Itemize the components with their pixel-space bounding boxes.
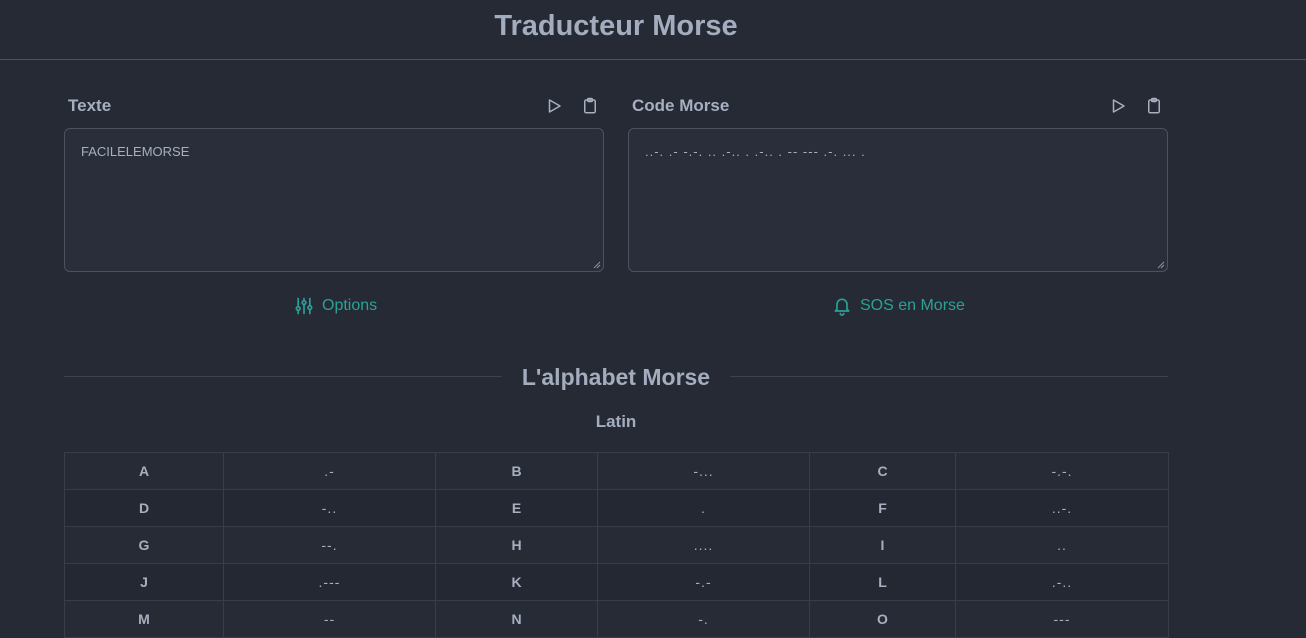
translator-editors: Texte FACILELEMORSE Code Morse ..-. .- -… — [64, 92, 1168, 274]
morse-code-cell: .. — [955, 526, 1169, 564]
resize-grip-icon[interactable] — [1157, 261, 1165, 269]
morse-alphabet-table: A .- B -... C -.-. D -.. E. F ..-. G --. H.... I.. J .--… — [64, 452, 1169, 638]
play-icon[interactable] — [1108, 96, 1128, 116]
sliders-icon — [295, 297, 313, 315]
text-panel: Texte FACILELEMORSE — [64, 92, 604, 272]
morse-input-value: ..-. .- -.-. .. .-.. . .-.. . -- --- .-.… — [645, 144, 866, 159]
divider — [730, 376, 1168, 377]
letter-cell: D — [64, 489, 224, 527]
text-panel-title: Texte — [68, 96, 112, 115]
table-row: G --. H.... I.. — [64, 526, 1169, 564]
alphabet-title: L'alphabet Morse — [521, 364, 711, 390]
alphabet-subtitle: Latin — [595, 412, 637, 431]
table-row: M -- N -. O --- — [64, 600, 1169, 638]
letter-cell: E — [435, 489, 598, 527]
bell-icon — [834, 298, 850, 316]
sos-button[interactable]: SOS en Morse — [832, 296, 965, 316]
text-input[interactable]: FACILELEMORSE — [64, 128, 604, 272]
letter-cell: G — [64, 526, 224, 564]
morse-code-cell: -... — [597, 452, 810, 490]
morse-code-cell: .-.. — [955, 563, 1169, 601]
text-panel-header: Texte — [64, 92, 604, 122]
morse-code-cell: .- — [223, 452, 436, 490]
morse-code-cell: -.-. — [955, 452, 1169, 490]
morse-code-cell: . — [597, 489, 810, 527]
letter-cell: L — [809, 563, 956, 601]
resize-grip-icon[interactable] — [593, 261, 601, 269]
clipboard-icon[interactable] — [580, 96, 600, 116]
letter-cell: M — [64, 600, 224, 638]
alphabet-section-header: L'alphabet Morse — [64, 362, 1168, 392]
morse-code-cell: --- — [955, 600, 1169, 638]
sos-label: SOS en Morse — [860, 297, 965, 314]
clipboard-icon[interactable] — [1144, 96, 1164, 116]
morse-code-cell: -- — [223, 600, 436, 638]
page-title: Traducteur Morse — [494, 10, 738, 42]
options-button[interactable]: Options — [294, 296, 377, 316]
text-panel-actions — [544, 96, 600, 116]
letter-cell: F — [809, 489, 956, 527]
options-label: Options — [322, 297, 378, 314]
morse-code-cell: .--- — [223, 563, 436, 601]
letter-cell: B — [435, 452, 598, 490]
morse-code-cell: --. — [223, 526, 436, 564]
text-input-value: FACILELEMORSE — [81, 144, 190, 159]
letter-cell: A — [64, 452, 224, 490]
morse-panel-title: Code Morse — [632, 96, 730, 115]
morse-panel-header: Code Morse — [628, 92, 1168, 122]
table-row: J .--- K -.- L .-.. — [64, 563, 1169, 601]
letter-cell: C — [809, 452, 956, 490]
morse-code-cell: -.- — [597, 563, 810, 601]
app-header: Traducteur Morse — [0, 0, 1306, 60]
morse-panel-actions — [1108, 96, 1164, 116]
letter-cell: N — [435, 600, 598, 638]
letter-cell: K — [435, 563, 598, 601]
letter-cell: J — [64, 563, 224, 601]
morse-input[interactable]: ..-. .- -.-. .. .-.. . .-.. . -- --- .-.… — [628, 128, 1168, 272]
morse-panel: Code Morse ..-. .- -.-. .. .-.. . .-.. .… — [628, 92, 1168, 272]
table-row: D -.. E. F ..-. — [64, 489, 1169, 527]
table-row: A .- B -... C -.-. — [64, 452, 1169, 490]
morse-code-cell: ..-. — [955, 489, 1169, 527]
letter-cell: O — [809, 600, 956, 638]
letter-cell: H — [435, 526, 598, 564]
morse-code-cell: -.. — [223, 489, 436, 527]
morse-code-cell: -. — [597, 600, 810, 638]
letter-cell: I — [809, 526, 956, 564]
morse-code-cell: .... — [597, 526, 810, 564]
play-icon[interactable] — [544, 96, 564, 116]
